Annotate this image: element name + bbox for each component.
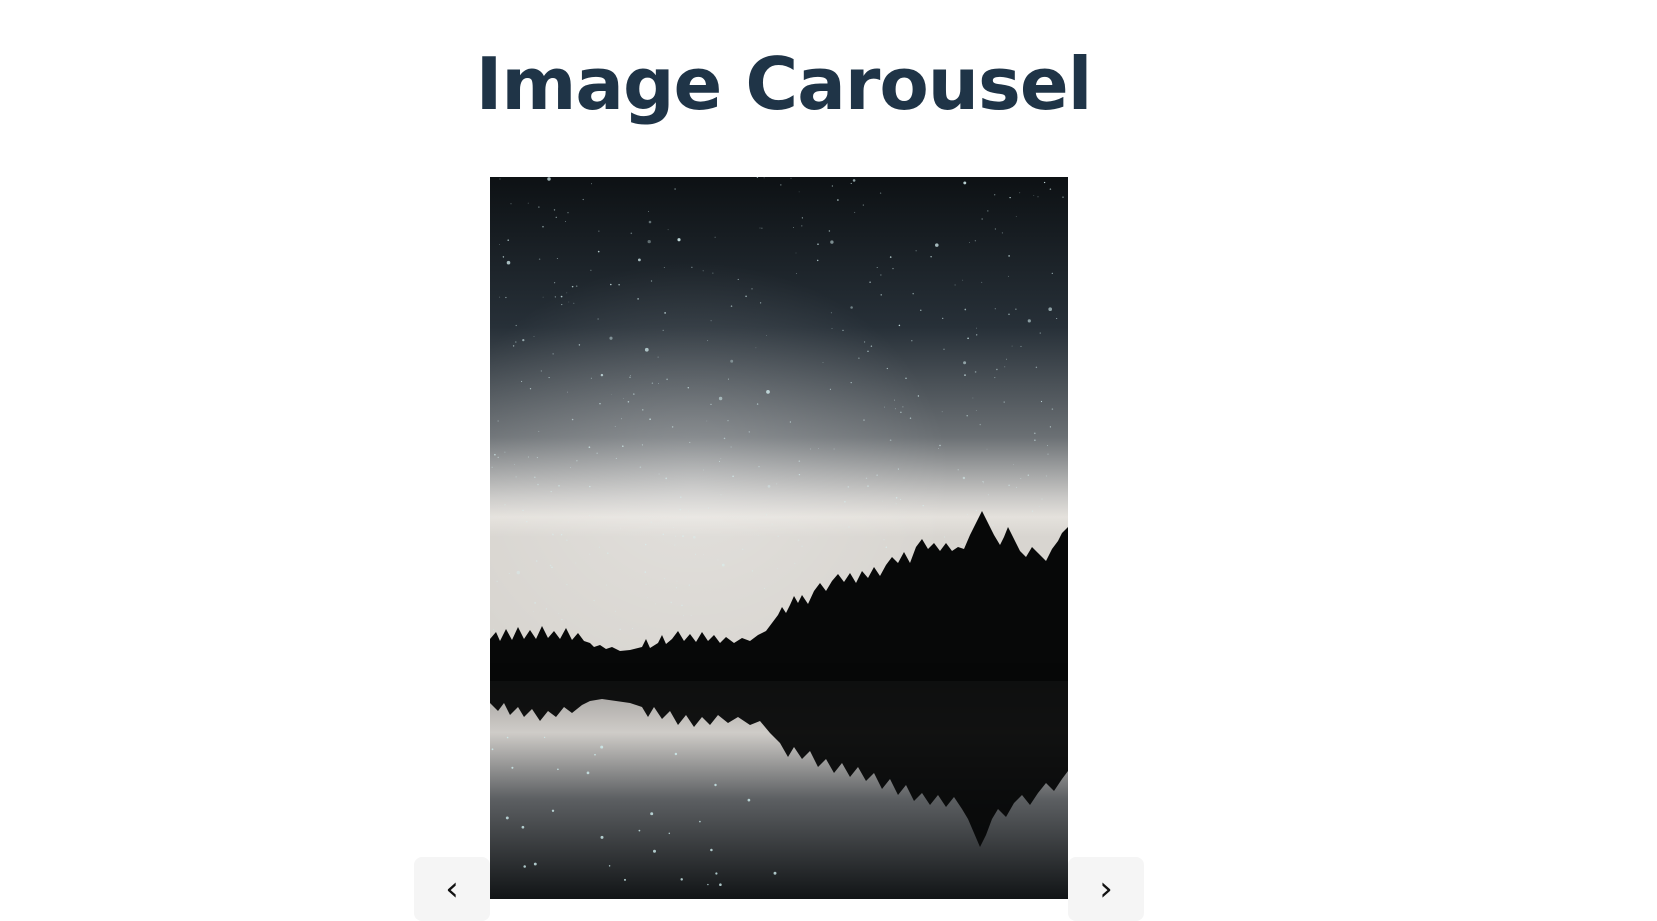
page: Image Carousel ‹ › [0,0,1657,921]
prev-button[interactable]: ‹ [414,857,490,921]
chevron-right-icon: › [1099,869,1113,909]
page-title: Image Carousel [475,42,1093,126]
next-button[interactable]: › [1068,857,1144,921]
chevron-left-icon: ‹ [445,869,459,909]
carousel-image [490,177,1068,899]
